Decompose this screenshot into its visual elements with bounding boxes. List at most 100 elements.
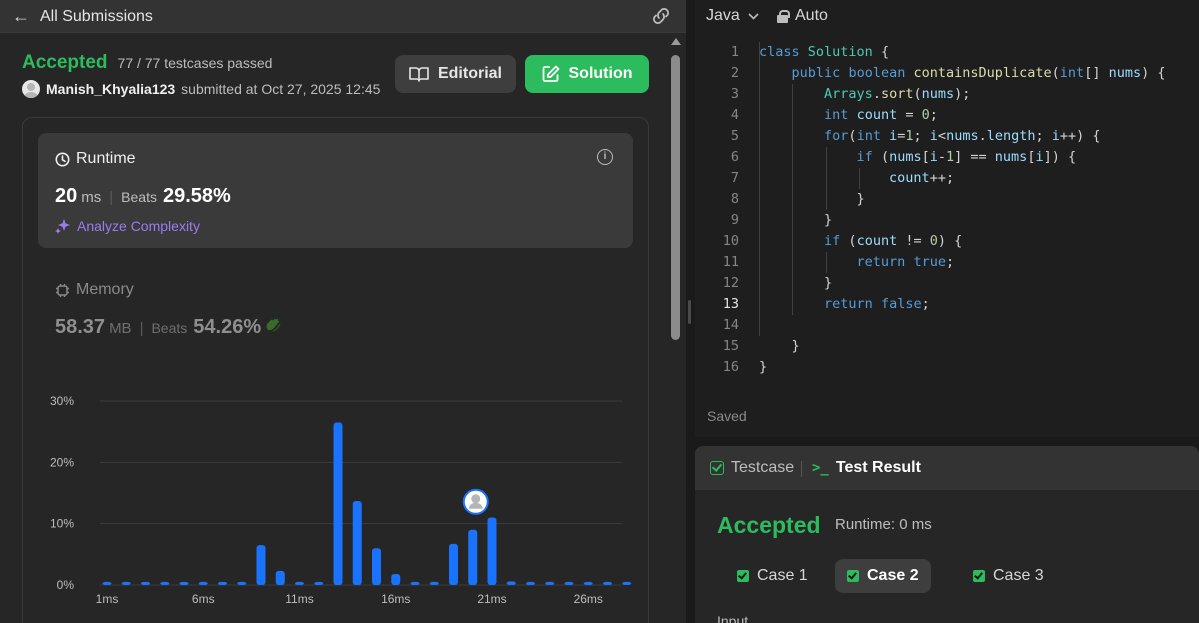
y-tick-label: 10% — [50, 517, 74, 531]
code-line[interactable]: 8 } — [695, 189, 865, 210]
resize-handle[interactable] — [688, 300, 691, 324]
runtime-distribution-chart[interactable]: 30% 20% 10% 0% 1ms 6ms 11ms 16ms 21ms 26ms — [40, 390, 640, 623]
chart-bar-27ms[interactable] — [603, 581, 612, 585]
clap-hands-icon — [266, 318, 281, 332]
chart-bar-5ms[interactable] — [179, 581, 189, 585]
x-tick-label: 1ms — [96, 592, 119, 606]
case-pass-icon — [847, 570, 859, 582]
chart-bar-13ms[interactable] — [333, 422, 343, 585]
code-line[interactable]: 5 for(int i=1; i<nums.length; i++) { — [695, 126, 1101, 147]
chart-bar-26ms[interactable] — [583, 581, 593, 585]
runtime-beats-value: 29.58% — [162, 185, 231, 207]
username-link[interactable]: Manish_Khyalia123 — [46, 81, 175, 97]
chart-bar-2ms[interactable] — [121, 581, 131, 585]
chart-bar-8ms[interactable] — [237, 581, 247, 585]
your-submission-marker[interactable] — [462, 488, 489, 515]
chart-bar-10ms[interactable] — [275, 570, 285, 585]
memory-beats-value: 54.26% — [193, 316, 262, 338]
case-3-button[interactable]: Case 3 — [961, 559, 1056, 593]
chart-bar-17ms[interactable] — [410, 581, 420, 585]
tab-testcase[interactable]: Testcase — [710, 459, 794, 477]
code-line[interactable]: 4 int count = 0; — [695, 105, 938, 126]
chart-bar-16ms[interactable] — [391, 573, 401, 585]
line-number: 2 — [730, 65, 739, 81]
indent-guide — [826, 147, 827, 210]
info-icon[interactable]: i — [597, 149, 613, 165]
chart-bar-14ms[interactable] — [352, 500, 362, 585]
line-number: 1 — [730, 44, 739, 60]
chart-bar-18ms[interactable] — [429, 581, 439, 585]
code-text: } — [759, 359, 768, 375]
x-tick-label: 21ms — [477, 592, 506, 606]
chart-bar-20ms[interactable] — [468, 529, 478, 585]
code-line[interactable]: 12 } — [695, 273, 832, 294]
code-line[interactable]: 15 } — [695, 336, 800, 357]
chart-bar-21ms[interactable] — [487, 517, 497, 585]
scrollbar-thumb[interactable] — [671, 55, 680, 340]
chart-bar-19ms[interactable] — [449, 543, 458, 585]
code-line[interactable]: 3 Arrays.sort(nums); — [695, 84, 971, 105]
analyze-complexity-button[interactable]: Analyze Complexity — [55, 218, 200, 234]
scroll-up-arrow-icon[interactable] — [671, 38, 681, 45]
editorial-button[interactable]: Editorial — [395, 55, 516, 93]
code-line[interactable]: 1 class Solution { — [695, 42, 889, 63]
code-text: } — [759, 191, 865, 207]
chart-bar-9ms[interactable] — [256, 545, 266, 585]
chart-bar-28ms[interactable] — [622, 581, 632, 585]
code-line[interactable]: 7 count++; — [695, 168, 954, 189]
code-text: } — [759, 275, 833, 291]
editorial-label: Editorial — [437, 65, 502, 82]
chart-bar-25ms[interactable] — [564, 581, 574, 585]
tab-test-result[interactable]: >_ Test Result — [812, 459, 921, 477]
code-line[interactable]: 13 return false; — [695, 294, 930, 315]
memory-number: 58.37 — [55, 316, 106, 338]
code-text: } — [759, 212, 833, 228]
code-area[interactable]: 1 class Solution { 2 public boolean contai… — [695, 42, 1166, 378]
solution-button[interactable]: Solution — [525, 55, 649, 93]
auto-mode-toggle[interactable]: Auto — [777, 7, 828, 25]
code-line[interactable]: 11 return true; — [695, 252, 954, 273]
case-2-button[interactable]: Case 2 — [835, 559, 931, 593]
status-accepted: Accepted — [22, 52, 108, 73]
code-line[interactable]: 9 } — [695, 210, 832, 231]
chart-bar-15ms[interactable] — [372, 548, 381, 585]
divider: | — [139, 320, 144, 337]
chart-bar-23ms[interactable] — [526, 581, 535, 585]
tab-testcase-label: Testcase — [731, 459, 795, 476]
link-icon[interactable] — [650, 6, 672, 26]
avatar[interactable] — [22, 80, 40, 98]
chart-bar-24ms[interactable] — [545, 581, 555, 585]
back-label: All Submissions — [40, 7, 153, 25]
chart-bar-4ms[interactable] — [160, 581, 170, 585]
chart-bar-12ms[interactable] — [314, 581, 324, 585]
language-selector[interactable]: Java — [706, 7, 759, 25]
code-text: if (count != 0) { — [824, 233, 963, 249]
y-tick-label: 0% — [57, 578, 75, 592]
code-line[interactable]: 2 public boolean containsDuplicate(int[]… — [695, 63, 1166, 84]
back-to-submissions-button[interactable]: ← All Submissions — [12, 6, 153, 27]
case-pass-icon — [737, 570, 749, 582]
case-1-button[interactable]: Case 1 — [725, 559, 820, 593]
line-number: 8 — [730, 191, 739, 207]
chart-bar-7ms[interactable] — [218, 581, 227, 585]
memory-title[interactable]: Memory — [55, 281, 134, 299]
chart-bar-22ms[interactable] — [506, 581, 516, 585]
indent-guide — [826, 252, 827, 273]
line-number: 10 — [722, 233, 739, 249]
code-text: } — [759, 338, 800, 354]
code-line[interactable]: 6 if (nums[i-1] == nums[i]) { — [695, 147, 1076, 168]
code-line[interactable]: 16} — [695, 357, 767, 378]
chart-bar-6ms[interactable] — [198, 581, 208, 585]
code-line[interactable]: 10 if (count != 0) { — [695, 231, 963, 252]
code-text: class Solution { — [759, 44, 890, 60]
y-tick-label: 20% — [50, 455, 74, 469]
code-text: public boolean containsDuplicate(int[] n… — [791, 65, 1166, 81]
line-number: 5 — [730, 128, 739, 144]
chart-bar-1ms[interactable] — [102, 581, 112, 585]
chart-bar-11ms[interactable] — [295, 581, 304, 585]
runtime-box[interactable]: Runtime i 20 ms | Beats 29.58% Analyze C… — [38, 133, 633, 248]
code-line[interactable]: 14 — [695, 315, 739, 336]
chart-bar-3ms[interactable] — [141, 581, 150, 585]
code-text: Arrays.sort(nums); — [824, 86, 971, 102]
line-number: 11 — [722, 254, 739, 270]
